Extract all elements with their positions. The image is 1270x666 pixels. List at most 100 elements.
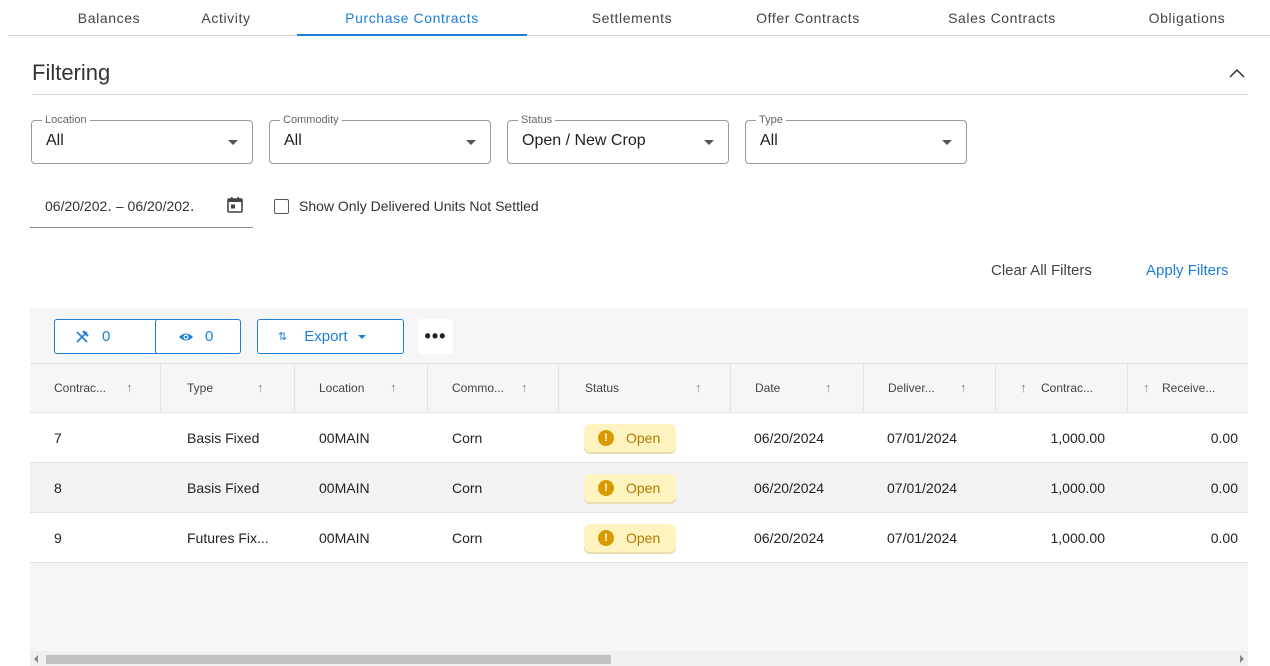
cell-date: 06/20/2024 [754, 530, 825, 546]
chevron-down-icon [704, 140, 714, 145]
location-select[interactable]: Location All [31, 113, 253, 164]
tab-sales-contracts[interactable]: Sales Contracts [902, 0, 1102, 35]
status-text: Open [626, 530, 661, 546]
clear-all-filters-button[interactable]: Clear All Filters [991, 262, 1092, 279]
date-range-input[interactable]: 06/20/202․ – 06/20/202․ [30, 186, 253, 228]
tab-purchase-contracts[interactable]: Purchase Contracts [297, 0, 527, 36]
calendar-icon[interactable] [226, 196, 244, 214]
sort-arrow-icon[interactable]: ↑ [695, 380, 702, 395]
column-header-status[interactable]: Status ↑ [559, 364, 731, 412]
chevron-down-icon [228, 140, 238, 145]
column-header-type[interactable]: Type ↑ [161, 364, 295, 412]
cell-commodity: Corn [452, 430, 483, 446]
status-select[interactable]: Status Open / New Crop [507, 113, 729, 164]
cell-type: Basis Fixed [187, 480, 260, 496]
sort-arrow-icon[interactable]: ↑ [1143, 380, 1150, 395]
column-label: Date [755, 381, 781, 395]
table-row[interactable]: 9 Futures Fix... 00MAIN Corn ! Open 06/2… [30, 513, 1248, 563]
table-row[interactable]: 8 Basis Fixed 00MAIN Corn ! Open 06/20/2… [30, 463, 1248, 513]
collapse-filters-button[interactable] [1226, 62, 1248, 84]
cell-quantity: 1,000.00 [1050, 530, 1106, 546]
cell-commodity: Corn [452, 530, 483, 546]
status-label: Status [518, 113, 556, 127]
export-label: Export [304, 328, 348, 345]
cell-date: 06/20/2024 [754, 480, 825, 496]
cell-delivery: 07/01/2024 [887, 530, 958, 546]
cell-quantity: 1,000.00 [1050, 430, 1106, 446]
status-badge: ! Open [584, 524, 676, 552]
visible-columns-button[interactable]: 0 [155, 319, 241, 354]
type-value: All [760, 132, 778, 149]
cell-quantity: 1,000.00 [1050, 480, 1106, 496]
cell-received: 0.00 [1210, 480, 1238, 496]
apply-filters-button[interactable]: Apply Filters [1146, 262, 1229, 279]
pin-off-icon [76, 329, 89, 343]
warning-circle-icon: ! [598, 480, 614, 496]
scroll-right-icon[interactable] [1240, 655, 1244, 663]
column-header-date[interactable]: Date ↑ [731, 364, 864, 412]
column-label: Contrac... [54, 381, 107, 395]
cell-location: 00MAIN [319, 430, 370, 446]
column-label: Type [187, 381, 214, 395]
cell-contract: 8 [54, 480, 62, 496]
horizontal-scrollbar[interactable] [30, 651, 1248, 666]
cell-type: Futures Fix... [187, 530, 269, 546]
table-row[interactable]: 7 Basis Fixed 00MAIN Corn ! Open 06/20/2… [30, 413, 1248, 463]
delivered-units-checkbox-label[interactable]: Show Only Delivered Units Not Settled [299, 198, 539, 214]
column-header-received[interactable]: ↑ Receive... [1128, 364, 1248, 412]
column-label: Receive... [1162, 381, 1216, 395]
contracts-grid: 0 0 ⇅ Export ••• Contrac... ↑ Type ↑ Loc… [30, 308, 1248, 666]
commodity-value: All [284, 132, 302, 149]
cell-received: 0.00 [1210, 430, 1238, 446]
cell-type: Basis Fixed [187, 430, 260, 446]
column-header-commodity[interactable]: Commo... ↑ [428, 364, 559, 412]
column-header-delivery[interactable]: Deliver... ↑ [864, 364, 996, 412]
chevron-down-icon [357, 334, 366, 339]
pinned-columns-button[interactable]: 0 [54, 319, 168, 354]
commodity-label: Commodity [280, 113, 342, 127]
tab-settlements[interactable]: Settlements [532, 0, 732, 35]
tab-obligations[interactable]: Obligations [1112, 0, 1262, 35]
cell-location: 00MAIN [319, 530, 370, 546]
cell-delivery: 07/01/2024 [887, 480, 958, 496]
date-range-value: 06/20/202․ – 06/20/202․ [45, 198, 195, 214]
column-header-contract[interactable]: Contrac... ↑ [30, 364, 161, 412]
type-select[interactable]: Type All [745, 113, 967, 164]
cell-commodity: Corn [452, 480, 483, 496]
commodity-select[interactable]: Commodity All [269, 113, 491, 164]
tab-activity[interactable]: Activity [126, 0, 326, 35]
status-text: Open [626, 480, 661, 496]
tab-offer-contracts[interactable]: Offer Contracts [708, 0, 908, 35]
cell-date: 06/20/2024 [754, 430, 825, 446]
chevron-up-icon [1229, 68, 1245, 78]
cell-received: 0.00 [1210, 530, 1238, 546]
chevron-down-icon [466, 140, 476, 145]
scroll-left-icon[interactable] [34, 655, 38, 663]
more-options-button[interactable]: ••• [418, 319, 453, 354]
location-label: Location [42, 113, 90, 127]
sort-arrows-icon: ⇅ [278, 331, 288, 343]
filtering-divider [32, 94, 1248, 95]
cell-contract: 7 [54, 430, 62, 446]
sort-arrow-icon[interactable]: ↑ [257, 380, 264, 395]
column-header-location[interactable]: Location ↑ [295, 364, 428, 412]
cell-contract: 9 [54, 530, 62, 546]
column-label: Contrac... [1041, 381, 1094, 395]
delivered-units-checkbox[interactable] [274, 199, 289, 214]
sort-arrow-icon[interactable]: ↑ [960, 380, 967, 395]
sort-arrow-icon[interactable]: ↑ [521, 380, 528, 395]
table-header: Contrac... ↑ Type ↑ Location ↑ Commo... … [30, 363, 1248, 413]
location-value: All [46, 132, 64, 149]
warning-circle-icon: ! [598, 430, 614, 446]
sort-arrow-icon[interactable]: ↑ [825, 380, 832, 395]
sort-arrow-icon[interactable]: ↑ [1020, 380, 1027, 395]
column-header-contract-quantity[interactable]: ↑ Contrac... [996, 364, 1128, 412]
chevron-down-icon [942, 140, 952, 145]
sort-arrow-icon[interactable]: ↑ [126, 380, 133, 395]
sort-arrow-icon[interactable]: ↑ [390, 380, 397, 395]
warning-circle-icon: ! [598, 530, 614, 546]
cell-location: 00MAIN [319, 480, 370, 496]
scrollbar-thumb[interactable] [46, 655, 611, 664]
eye-icon [179, 333, 193, 340]
export-button[interactable]: ⇅ Export [257, 319, 404, 354]
